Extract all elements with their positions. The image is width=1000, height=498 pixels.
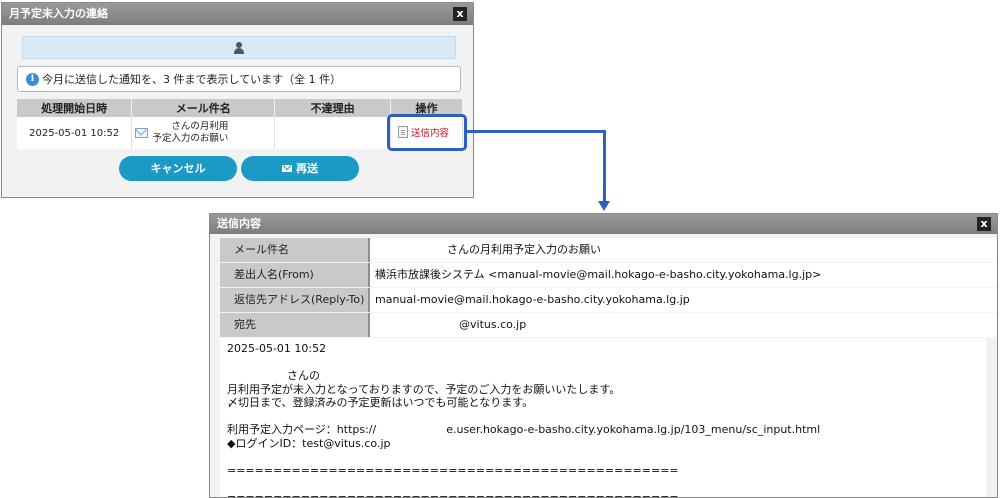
body-line: 2025-05-01 10:52 — [227, 342, 327, 355]
subject-line: さんの月利用 — [171, 121, 229, 132]
subject-line: 予定入力のお願い — [152, 133, 229, 144]
subject-value: さんの月利用予定入力のお願い — [447, 243, 601, 256]
body-line — [227, 410, 979, 424]
separator-line: ========================================… — [227, 490, 679, 498]
dialog-title: 月予定未入力の連絡 — [9, 7, 108, 20]
info-text: 今月に送信した通知を、3 件まで表示しています（全 1 件） — [42, 73, 342, 86]
field-label: 差出人名(From) — [220, 263, 370, 287]
cell-subject: さんの月利用 予定入力のお願い — [131, 117, 276, 149]
to-value: @vitus.co.jp — [459, 318, 527, 331]
action-label: 送信内容 — [411, 128, 450, 139]
dialog-title: 送信内容 — [217, 217, 261, 230]
field-row: 宛先 @vitus.co.jp — [220, 313, 996, 337]
info-message: i 今月に送信した通知を、3 件まで表示しています（全 1 件） — [17, 66, 461, 92]
url-prefix: 利用予定入力ページ：https:// — [227, 423, 377, 436]
sent-content-dialog: 送信内容 x メール件名 さんの月利用予定入力のお願い 差出人名(From) 横… — [209, 213, 998, 498]
body-line: 〆切日まで、登録済みの予定更新はいつでも可能となります。 — [227, 396, 534, 409]
field-row: 返信先アドレス(Reply-To) manual-movie@mail.hoka… — [220, 288, 996, 312]
resend-label: 再送 — [296, 162, 318, 175]
field-value: manual-movie@mail.hokago-e-basho.city.yo… — [370, 288, 996, 312]
recipient-bar — [22, 36, 456, 59]
body-line: 利用予定入力ページ：https:// e.user.hokago-e-basho.… — [227, 423, 979, 437]
connector-line — [603, 130, 606, 202]
cell-date: 2025-05-01 10:52 — [17, 117, 133, 149]
field-value: さんの月利用予定入力のお願い — [370, 238, 996, 262]
body-line — [227, 356, 979, 370]
body-line: さんの — [287, 369, 320, 382]
mail-body: 2025-05-01 10:52 さんの 月利用予定が未入力となっておりますので… — [220, 338, 986, 498]
field-row: 差出人名(From) 横浜市放課後システム <manual-movie@mail… — [220, 263, 996, 287]
field-label: 宛先 — [220, 313, 370, 337]
dialog-titlebar: 送信内容 x — [210, 214, 997, 234]
column-header: 処理開始日時 — [17, 99, 133, 117]
cell-reason — [274, 117, 392, 149]
field-label: 返信先アドレス(Reply-To) — [220, 288, 370, 312]
field-value: @vitus.co.jp — [370, 313, 996, 337]
body-line — [227, 450, 979, 464]
view-sent-content-link[interactable]: 送信内容 — [398, 125, 449, 139]
mail-header-fields: メール件名 さんの月利用予定入力のお願い 差出人名(From) 横浜市放課後シス… — [220, 238, 996, 338]
info-icon: i — [26, 72, 39, 86]
dialog-titlebar: 月予定未入力の連絡 x — [2, 3, 473, 25]
url-tail: e.user.hokago-e-basho.city.yokohama.lg.j… — [446, 423, 821, 436]
field-row: メール件名 さんの月利用予定入力のお願い — [220, 238, 996, 262]
cancel-button[interactable]: キャンセル — [119, 156, 237, 181]
column-header: メール件名 — [131, 99, 276, 117]
separator-line: ========================================… — [227, 463, 679, 477]
arrow-down-icon — [598, 201, 610, 211]
connector-line — [467, 130, 606, 133]
document-icon — [398, 126, 408, 138]
close-icon[interactable]: x — [453, 7, 467, 21]
close-icon[interactable]: x — [977, 217, 991, 231]
notification-dialog: 月予定未入力の連絡 x i 今月に送信した通知を、3 件まで表示しています（全 … — [1, 2, 474, 198]
field-value: 横浜市放課後システム <manual-movie@mail.hokago-e-b… — [370, 263, 996, 287]
body-line: 月利用予定が未入力となっておりますので、予定のご入力をお願いいたします。 — [227, 382, 621, 396]
body-line — [227, 477, 979, 491]
person-icon — [233, 41, 245, 54]
resend-button[interactable]: 再送 — [241, 156, 359, 181]
envelope-icon — [135, 128, 149, 138]
column-header: 不達理由 — [274, 99, 392, 117]
body-line: ◆ログインID：test@vitus.co.jp — [227, 436, 391, 450]
field-label: メール件名 — [220, 238, 370, 262]
envelope-icon — [282, 165, 292, 172]
